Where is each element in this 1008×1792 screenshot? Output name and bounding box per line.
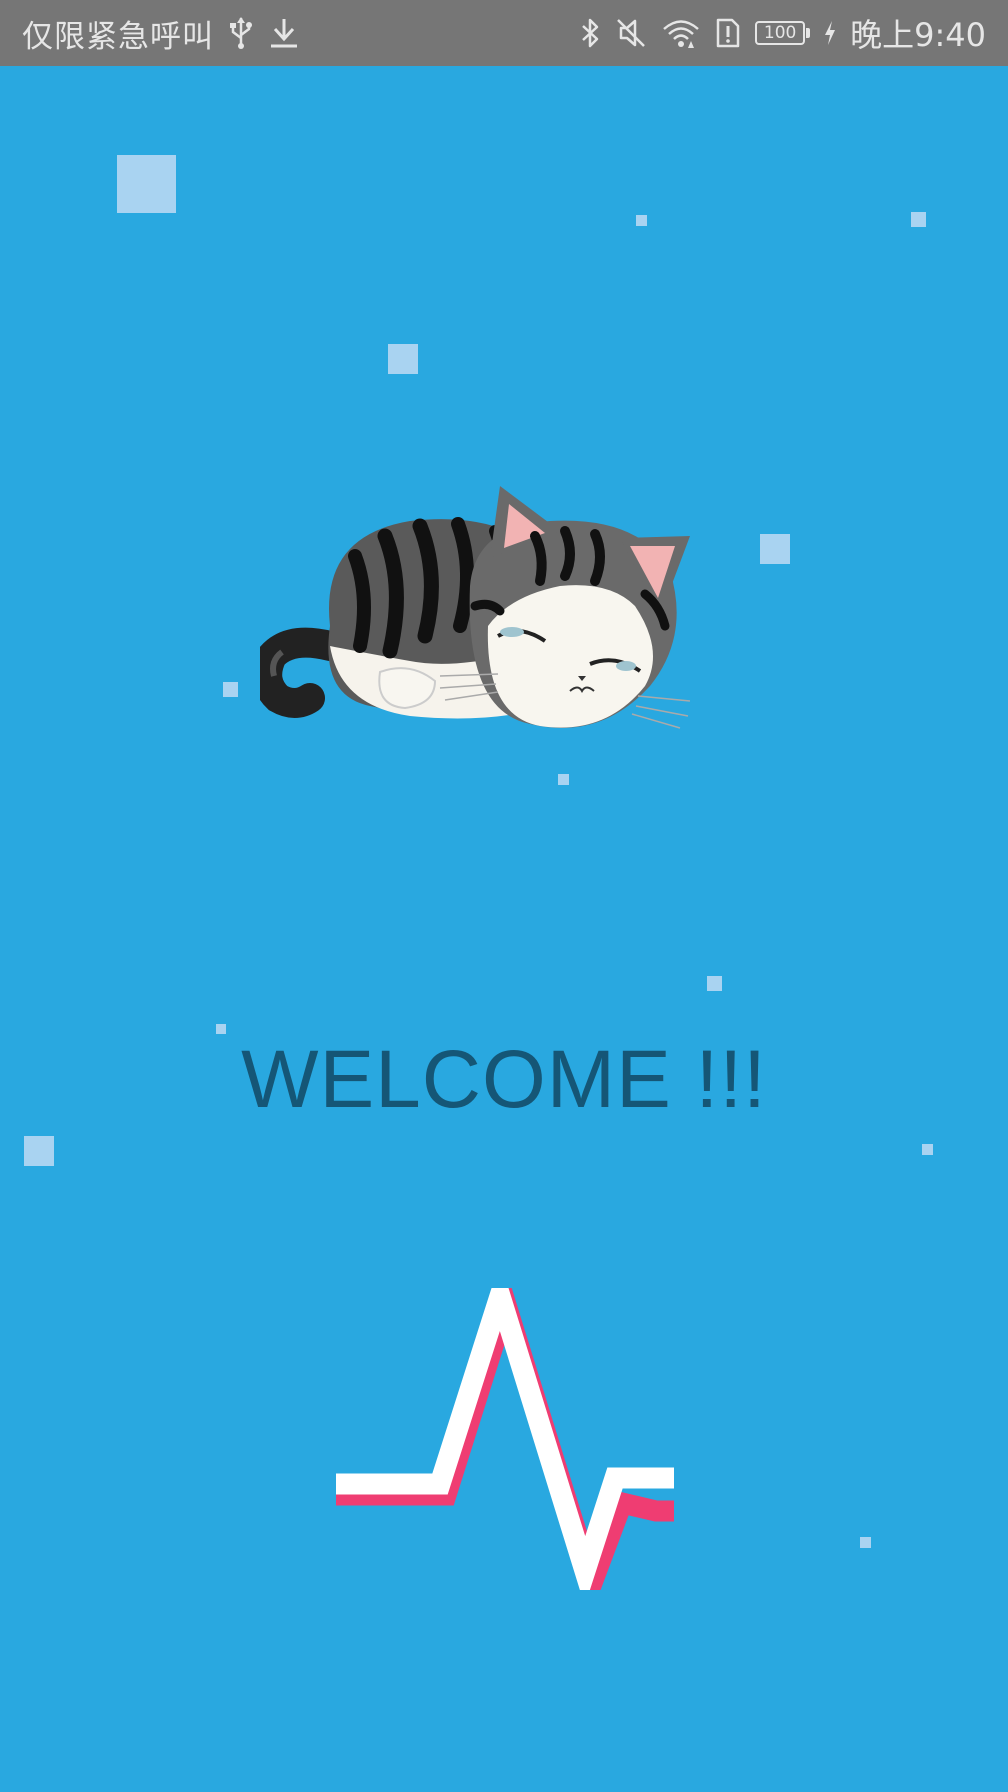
alert-icon bbox=[715, 16, 741, 50]
battery-level: 100 bbox=[755, 21, 806, 45]
particle bbox=[922, 1144, 933, 1155]
status-bar-right: 100 晚上9:40 bbox=[579, 0, 986, 66]
particle bbox=[707, 976, 722, 991]
particle bbox=[117, 155, 176, 213]
cat-illustration bbox=[260, 486, 691, 729]
download-icon bbox=[268, 16, 300, 50]
welcome-title: WELCOME !!! bbox=[241, 1034, 767, 1125]
status-bar: 仅限紧急呼叫 100 晚上9:40 bbox=[0, 0, 1008, 66]
particle bbox=[911, 212, 926, 227]
bluetooth-icon bbox=[579, 16, 601, 50]
particle bbox=[24, 1136, 54, 1166]
wifi-icon bbox=[661, 16, 701, 50]
heartbeat-logo bbox=[336, 1288, 674, 1590]
particle bbox=[860, 1537, 871, 1548]
particle bbox=[223, 682, 238, 697]
particle bbox=[760, 534, 790, 564]
status-bar-left: 仅限紧急呼叫 bbox=[22, 0, 300, 66]
carrier-text: 仅限紧急呼叫 bbox=[22, 18, 214, 55]
usb-icon bbox=[228, 16, 254, 50]
particle bbox=[558, 774, 569, 785]
battery-icon: 100 bbox=[755, 20, 811, 46]
charging-icon bbox=[824, 20, 836, 46]
splash-screen: 仅限紧急呼叫 100 晚上9:40 WELCOME !!! bbox=[0, 0, 1008, 1792]
particle bbox=[388, 344, 418, 374]
mute-icon bbox=[615, 16, 647, 50]
clock: 晚上9:40 bbox=[850, 16, 986, 54]
particle bbox=[636, 215, 647, 226]
